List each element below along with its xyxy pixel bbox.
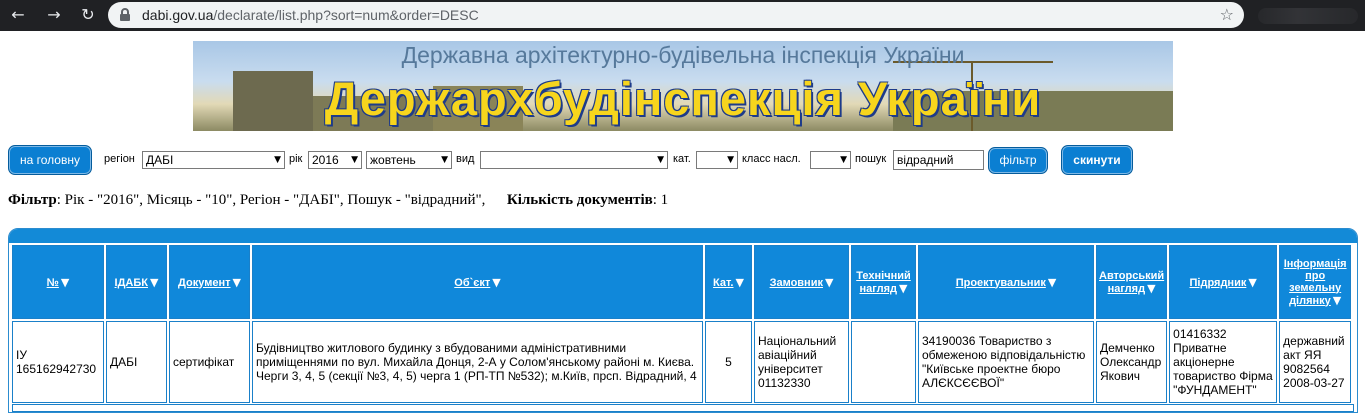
sort-icon[interactable]: ▼ [735, 276, 743, 289]
chevron-down-icon: ▼ [274, 155, 281, 165]
category-select[interactable]: ▼ [696, 151, 738, 169]
doc-count-value: : 1 [652, 192, 669, 208]
col-header-num[interactable]: № ▼ [12, 245, 104, 319]
table-row: ІУ 165162942730 ДАБІ сертифікат Будівниц… [12, 321, 1352, 403]
star-icon[interactable]: ☆ [1220, 5, 1234, 24]
sort-icon[interactable]: ▼ [492, 276, 500, 289]
banner-subtitle: Державна архітектурно-будівельна інспекц… [401, 42, 965, 68]
doc-count-label: Кількість документів [506, 192, 653, 208]
category-label: кат. [673, 153, 691, 165]
sort-icon[interactable]: ▼ [825, 276, 833, 289]
chevron-down-icon: ▼ [727, 155, 734, 165]
declarations-table: № ▼ ІДАБК ▼ Документ ▼ Об`єкт ▼ Кат. ▼ Замовн… [8, 228, 1358, 413]
col-header-author[interactable]: Авторський нагляд ▼ [1096, 245, 1168, 319]
cell-cat: 5 [705, 321, 752, 403]
arrow-left-icon[interactable]: ← [6, 3, 30, 27]
table-footer [12, 404, 1354, 412]
cell-object: Будівництво житлового будинку з вбудован… [252, 321, 703, 403]
col-header-customer[interactable]: Замовник ▼ [754, 245, 849, 319]
cell-contractor: 01416332 Приватне акціонерне товариство … [1169, 321, 1278, 403]
kind-select[interactable]: ▼ [480, 151, 668, 169]
lock-icon [120, 8, 130, 21]
sort-icon[interactable]: ▼ [1048, 276, 1056, 289]
sort-icon[interactable]: ▼ [1248, 276, 1256, 289]
address-bar[interactable]: dabi.gov.ua/declarate/list.php?sort=num&… [108, 2, 1244, 28]
reset-button[interactable]: скинути [1061, 145, 1133, 175]
col-header-idabk[interactable]: ІДАБК ▼ [106, 245, 167, 319]
col-header-object[interactable]: Об`єкт ▼ [252, 245, 703, 319]
filter-summary-label: Фільтр [8, 192, 57, 208]
col-header-contractor[interactable]: Підрядник ▼ [1169, 245, 1278, 319]
cell-author: Демченко Олександр Якович [1096, 321, 1168, 403]
reload-icon[interactable]: ↻ [76, 3, 100, 27]
region-label: регіон [104, 153, 135, 165]
class-label: класс насл. [742, 153, 801, 165]
cell-designer: 34190036 Товариство з обмеженою відповід… [918, 321, 1094, 403]
year-label: рік [289, 153, 303, 165]
sort-icon[interactable]: ▼ [1333, 294, 1341, 307]
banner-title: Держархбудінспекція України [324, 72, 1042, 125]
col-header-land[interactable]: Інформація про земельну ділянку ▼ [1279, 245, 1352, 319]
year-select[interactable]: 2016 ▼ [308, 151, 362, 169]
sort-icon[interactable]: ▼ [61, 276, 69, 289]
home-button[interactable]: на головну [8, 145, 92, 175]
chevron-down-icon: ▼ [441, 155, 448, 165]
chevron-down-icon: ▼ [657, 155, 664, 165]
kind-label: вид [456, 153, 475, 165]
cell-idabk: ДАБІ [106, 321, 167, 403]
col-header-designer[interactable]: Проектувальник ▼ [918, 245, 1094, 319]
col-header-doc[interactable]: Документ ▼ [169, 245, 250, 319]
filter-button[interactable]: фільтр [988, 147, 1048, 174]
cell-num: ІУ 165162942730 [12, 321, 104, 403]
class-select[interactable]: ▼ [810, 151, 851, 169]
region-select[interactable]: ДАБІ ▼ [142, 151, 285, 169]
sort-icon[interactable]: ▼ [1147, 282, 1155, 295]
cell-tech [851, 321, 916, 403]
sort-icon[interactable]: ▼ [150, 276, 158, 289]
col-header-cat[interactable]: Кат. ▼ [705, 245, 752, 319]
col-header-tech[interactable]: Технічний нагляд ▼ [851, 245, 916, 319]
filter-summary: Фільтр: Рік - "2016", Місяць - "10", Рег… [8, 192, 668, 209]
extensions-area [1258, 8, 1358, 24]
arrow-right-icon[interactable]: → [42, 3, 66, 27]
search-label: пошук [855, 153, 887, 165]
cell-doc: сертифікат [169, 321, 250, 403]
cell-land: державний акт ЯЯ 9082564 2008-03-27 [1279, 321, 1352, 403]
site-banner: Державна архітектурно-будівельна інспекц… [193, 41, 1173, 131]
url-text[interactable]: dabi.gov.ua/declarate/list.php?sort=num&… [142, 7, 479, 23]
sort-icon[interactable]: ▼ [233, 276, 241, 289]
chevron-down-icon: ▼ [840, 155, 847, 165]
search-input[interactable]: відрадний [893, 150, 984, 170]
browser-toolbar: ← → ↻ dabi.gov.ua/declarate/list.php?sor… [0, 0, 1365, 31]
cell-customer: Національний авіаційний університет 0113… [754, 321, 849, 403]
filter-summary-text: : Рік - "2016", Місяць - "10", Регіон - … [56, 192, 486, 208]
sort-icon[interactable]: ▼ [899, 282, 907, 295]
month-select[interactable]: жовтень ▼ [366, 151, 452, 169]
chevron-down-icon: ▼ [351, 155, 358, 165]
